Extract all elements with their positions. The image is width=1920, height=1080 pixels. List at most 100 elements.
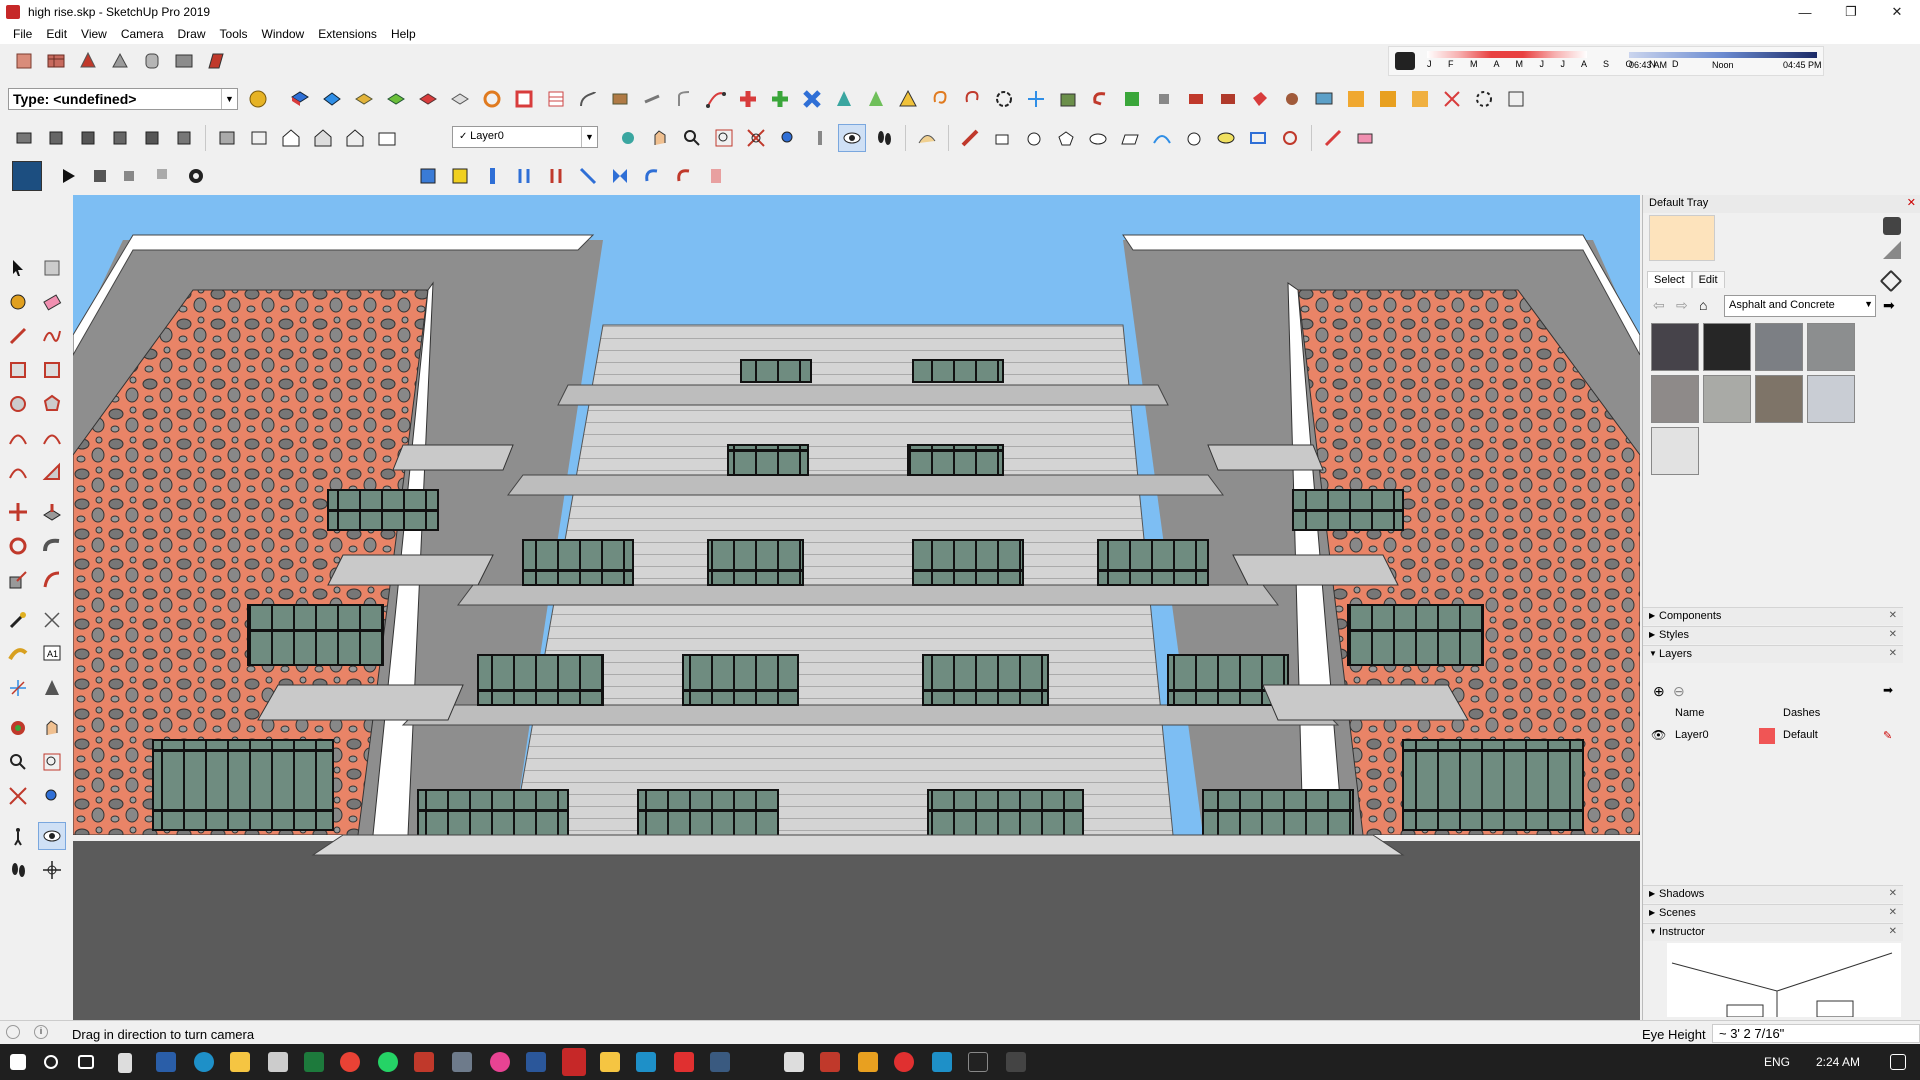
monochrome-icon[interactable] <box>373 124 401 152</box>
erase-icon[interactable] <box>202 47 230 75</box>
copy-icon[interactable] <box>138 47 166 75</box>
3d-text-icon[interactable] <box>38 674 66 702</box>
red-plane-icon[interactable] <box>414 85 442 113</box>
app-icon[interactable] <box>636 1052 656 1072</box>
zoom-extents-icon[interactable] <box>742 124 770 152</box>
arc-icon[interactable] <box>4 424 32 452</box>
front-view-icon[interactable] <box>74 124 102 152</box>
remove-layer-icon[interactable]: ⊖ <box>1673 683 1685 700</box>
app-icon[interactable] <box>1006 1052 1026 1072</box>
zoom-prev-icon[interactable] <box>774 124 802 152</box>
panel-components[interactable]: ▶ Components ✕ <box>1643 607 1903 625</box>
ext-7-icon[interactable] <box>606 162 634 190</box>
line-icon[interactable] <box>4 322 32 350</box>
link-icon[interactable] <box>638 85 666 113</box>
home-icon[interactable]: ⌂ <box>1699 297 1707 313</box>
ext-10-icon[interactable] <box>702 162 730 190</box>
selection-blue-icon[interactable] <box>1244 124 1272 152</box>
look-around-tool-icon[interactable] <box>38 822 66 850</box>
orbit-tool-icon[interactable] <box>4 714 32 742</box>
panel-styles[interactable]: ▶ Styles ✕ <box>1643 626 1903 644</box>
menu-edit[interactable]: Edit <box>39 27 74 41</box>
nodes-icon[interactable] <box>702 85 730 113</box>
edge-icon[interactable] <box>194 1052 214 1072</box>
link-red-alt-icon[interactable] <box>1214 85 1242 113</box>
tab-select[interactable]: Select <box>1647 271 1692 288</box>
tree-icon[interactable] <box>1118 85 1146 113</box>
photoshop-icon[interactable] <box>156 1052 176 1072</box>
iso-view-icon[interactable] <box>10 124 38 152</box>
slab-icon[interactable] <box>350 85 378 113</box>
pie-icon[interactable] <box>38 458 66 486</box>
ext-3-icon[interactable] <box>478 162 506 190</box>
sticky-notes-icon[interactable] <box>600 1052 620 1072</box>
zoom-tool-icon[interactable] <box>4 748 32 776</box>
measurement-input[interactable]: ~ 3' 2 7/16" <box>1712 1024 1920 1043</box>
ext-5-icon[interactable] <box>542 162 570 190</box>
back-view-icon[interactable] <box>138 124 166 152</box>
ext-4-icon[interactable] <box>510 162 538 190</box>
panel-shadows[interactable]: ▶ Shadows ✕ <box>1643 885 1903 903</box>
tab-edit[interactable]: Edit <box>1691 271 1725 288</box>
make-component-icon[interactable] <box>38 254 66 282</box>
menu-view[interactable]: View <box>74 27 114 41</box>
box-icon[interactable] <box>286 85 314 113</box>
top-view-icon[interactable] <box>42 124 70 152</box>
ext-8-icon[interactable] <box>638 162 666 190</box>
parallelogram-icon[interactable] <box>1116 124 1144 152</box>
details-arrow-icon[interactable]: ➡ <box>1883 297 1895 314</box>
arc-tool-icon[interactable] <box>1148 124 1176 152</box>
material-collection-select[interactable]: Asphalt and Concrete ▼ <box>1724 295 1876 317</box>
walk-tool-icon[interactable] <box>4 856 32 884</box>
grid-orange-icon[interactable] <box>1342 85 1370 113</box>
section-icon[interactable] <box>542 85 570 113</box>
shaded-icon[interactable] <box>309 124 337 152</box>
drawing-viewport[interactable] <box>73 195 1640 1020</box>
cone-green-icon[interactable] <box>830 85 858 113</box>
eyedropper-icon[interactable] <box>1879 269 1903 293</box>
push-pull-icon[interactable] <box>38 498 66 526</box>
polygon-tool-icon[interactable] <box>1052 124 1080 152</box>
file-explorer-icon[interactable] <box>230 1052 250 1072</box>
selection-red-icon[interactable] <box>1276 124 1304 152</box>
orbit-arc-icon[interactable] <box>478 85 506 113</box>
whatsapp-icon[interactable] <box>378 1052 398 1072</box>
material-swatch[interactable] <box>1807 375 1855 423</box>
monitor-icon[interactable] <box>1310 85 1338 113</box>
circle-dots-icon[interactable] <box>1470 85 1498 113</box>
curve-icon[interactable] <box>574 85 602 113</box>
look-around-icon[interactable] <box>838 124 866 152</box>
select-icon[interactable] <box>4 254 32 282</box>
visible-eye-icon[interactable]: 👁 <box>1651 728 1666 742</box>
layer-row-dashes[interactable]: Default <box>1783 729 1818 741</box>
left-view-icon[interactable] <box>170 124 198 152</box>
tray-scrollbar[interactable] <box>1906 219 1920 1019</box>
lemon-icon[interactable] <box>1212 124 1240 152</box>
layer-color-swatch[interactable] <box>1759 728 1775 744</box>
export-icon[interactable] <box>118 162 146 190</box>
text-icon[interactable]: A1 <box>38 640 66 668</box>
calculator-icon[interactable] <box>118 1053 132 1073</box>
shadow-toggle-icon[interactable] <box>1395 52 1415 70</box>
bend-icon[interactable] <box>670 85 698 113</box>
zoom-icon[interactable] <box>678 124 706 152</box>
right-view-icon[interactable] <box>106 124 134 152</box>
eraser-pink-icon[interactable] <box>1351 124 1379 152</box>
textured-icon[interactable] <box>341 124 369 152</box>
month-slider[interactable] <box>1427 51 1587 58</box>
window-red-icon[interactable] <box>510 85 538 113</box>
app-icon[interactable] <box>710 1052 730 1072</box>
new-icon[interactable] <box>10 47 38 75</box>
wireframe-icon[interactable] <box>245 124 273 152</box>
grid-orange-3-icon[interactable] <box>1406 85 1434 113</box>
material-swatch[interactable] <box>1651 375 1699 423</box>
classifier-icon[interactable] <box>244 85 272 113</box>
search-icon[interactable] <box>44 1055 58 1069</box>
plane-icon[interactable] <box>318 85 346 113</box>
chrome-icon[interactable] <box>340 1052 360 1072</box>
orbit-icon[interactable] <box>614 124 642 152</box>
layer-selector[interactable]: ✓ Layer0 ▼ <box>452 126 598 148</box>
xray-icon[interactable] <box>213 124 241 152</box>
excel-icon[interactable] <box>304 1052 324 1072</box>
app-icon[interactable] <box>414 1052 434 1072</box>
